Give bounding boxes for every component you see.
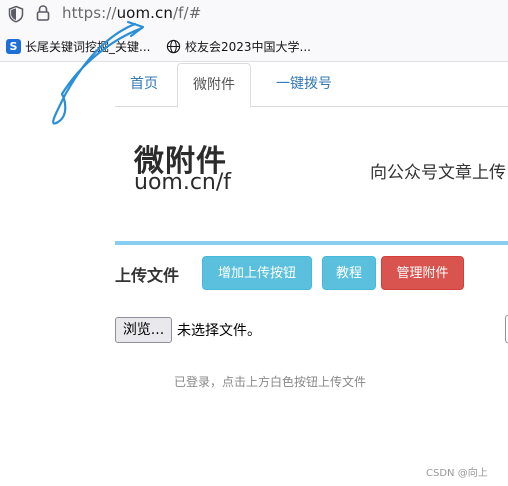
lock-icon[interactable] bbox=[35, 4, 51, 22]
bookmark-label: 校友会2023中国大学... bbox=[185, 39, 311, 54]
url-text[interactable]: https://uom.cn/f/# bbox=[62, 4, 201, 22]
file-status: 未选择文件。 bbox=[177, 323, 261, 339]
browse-file-button[interactable]: 浏览... bbox=[115, 317, 172, 343]
address-bar[interactable]: https://uom.cn/f/# bbox=[0, 0, 508, 28]
bookmarks-bar: S 长尾关键词挖掘_关键... 校友会2023中国大学... bbox=[0, 28, 508, 62]
section-divider bbox=[115, 241, 508, 245]
shield-icon[interactable] bbox=[7, 5, 25, 23]
tab-one-click-dial[interactable]: 一键拨号 bbox=[259, 63, 349, 107]
url-protocol: https:// bbox=[62, 4, 117, 22]
s-logo-icon: S bbox=[6, 38, 21, 54]
page-subtitle: uom.cn/f bbox=[134, 170, 232, 195]
upload-heading: 上传文件 bbox=[115, 266, 180, 285]
nav-tabs: 首页 微附件 一键拨号 bbox=[115, 62, 508, 108]
globe-icon bbox=[166, 39, 181, 53]
url-domain: uom.cn bbox=[116, 4, 173, 22]
url-path: /f/# bbox=[173, 4, 202, 22]
bookmark-item-keyword[interactable]: S 长尾关键词挖掘_关键... bbox=[6, 37, 150, 55]
watermark: CSDN @向上 bbox=[426, 468, 488, 479]
add-upload-button[interactable]: 增加上传按钮 bbox=[202, 256, 312, 290]
bookmark-item-alumni[interactable]: 校友会2023中国大学... bbox=[166, 37, 311, 55]
tagline: 向公众号文章上传 bbox=[370, 163, 506, 183]
manage-attachments-button[interactable]: 管理附件 bbox=[381, 256, 464, 290]
tab-attachments[interactable]: 微附件 bbox=[177, 63, 251, 108]
tab-home[interactable]: 首页 bbox=[115, 63, 173, 107]
bookmark-label: 长尾关键词挖掘_关键... bbox=[25, 39, 151, 54]
login-hint: 已登录，点击上方白色按钮上传文件 bbox=[174, 375, 367, 389]
tutorial-button[interactable]: 教程 bbox=[322, 256, 376, 290]
